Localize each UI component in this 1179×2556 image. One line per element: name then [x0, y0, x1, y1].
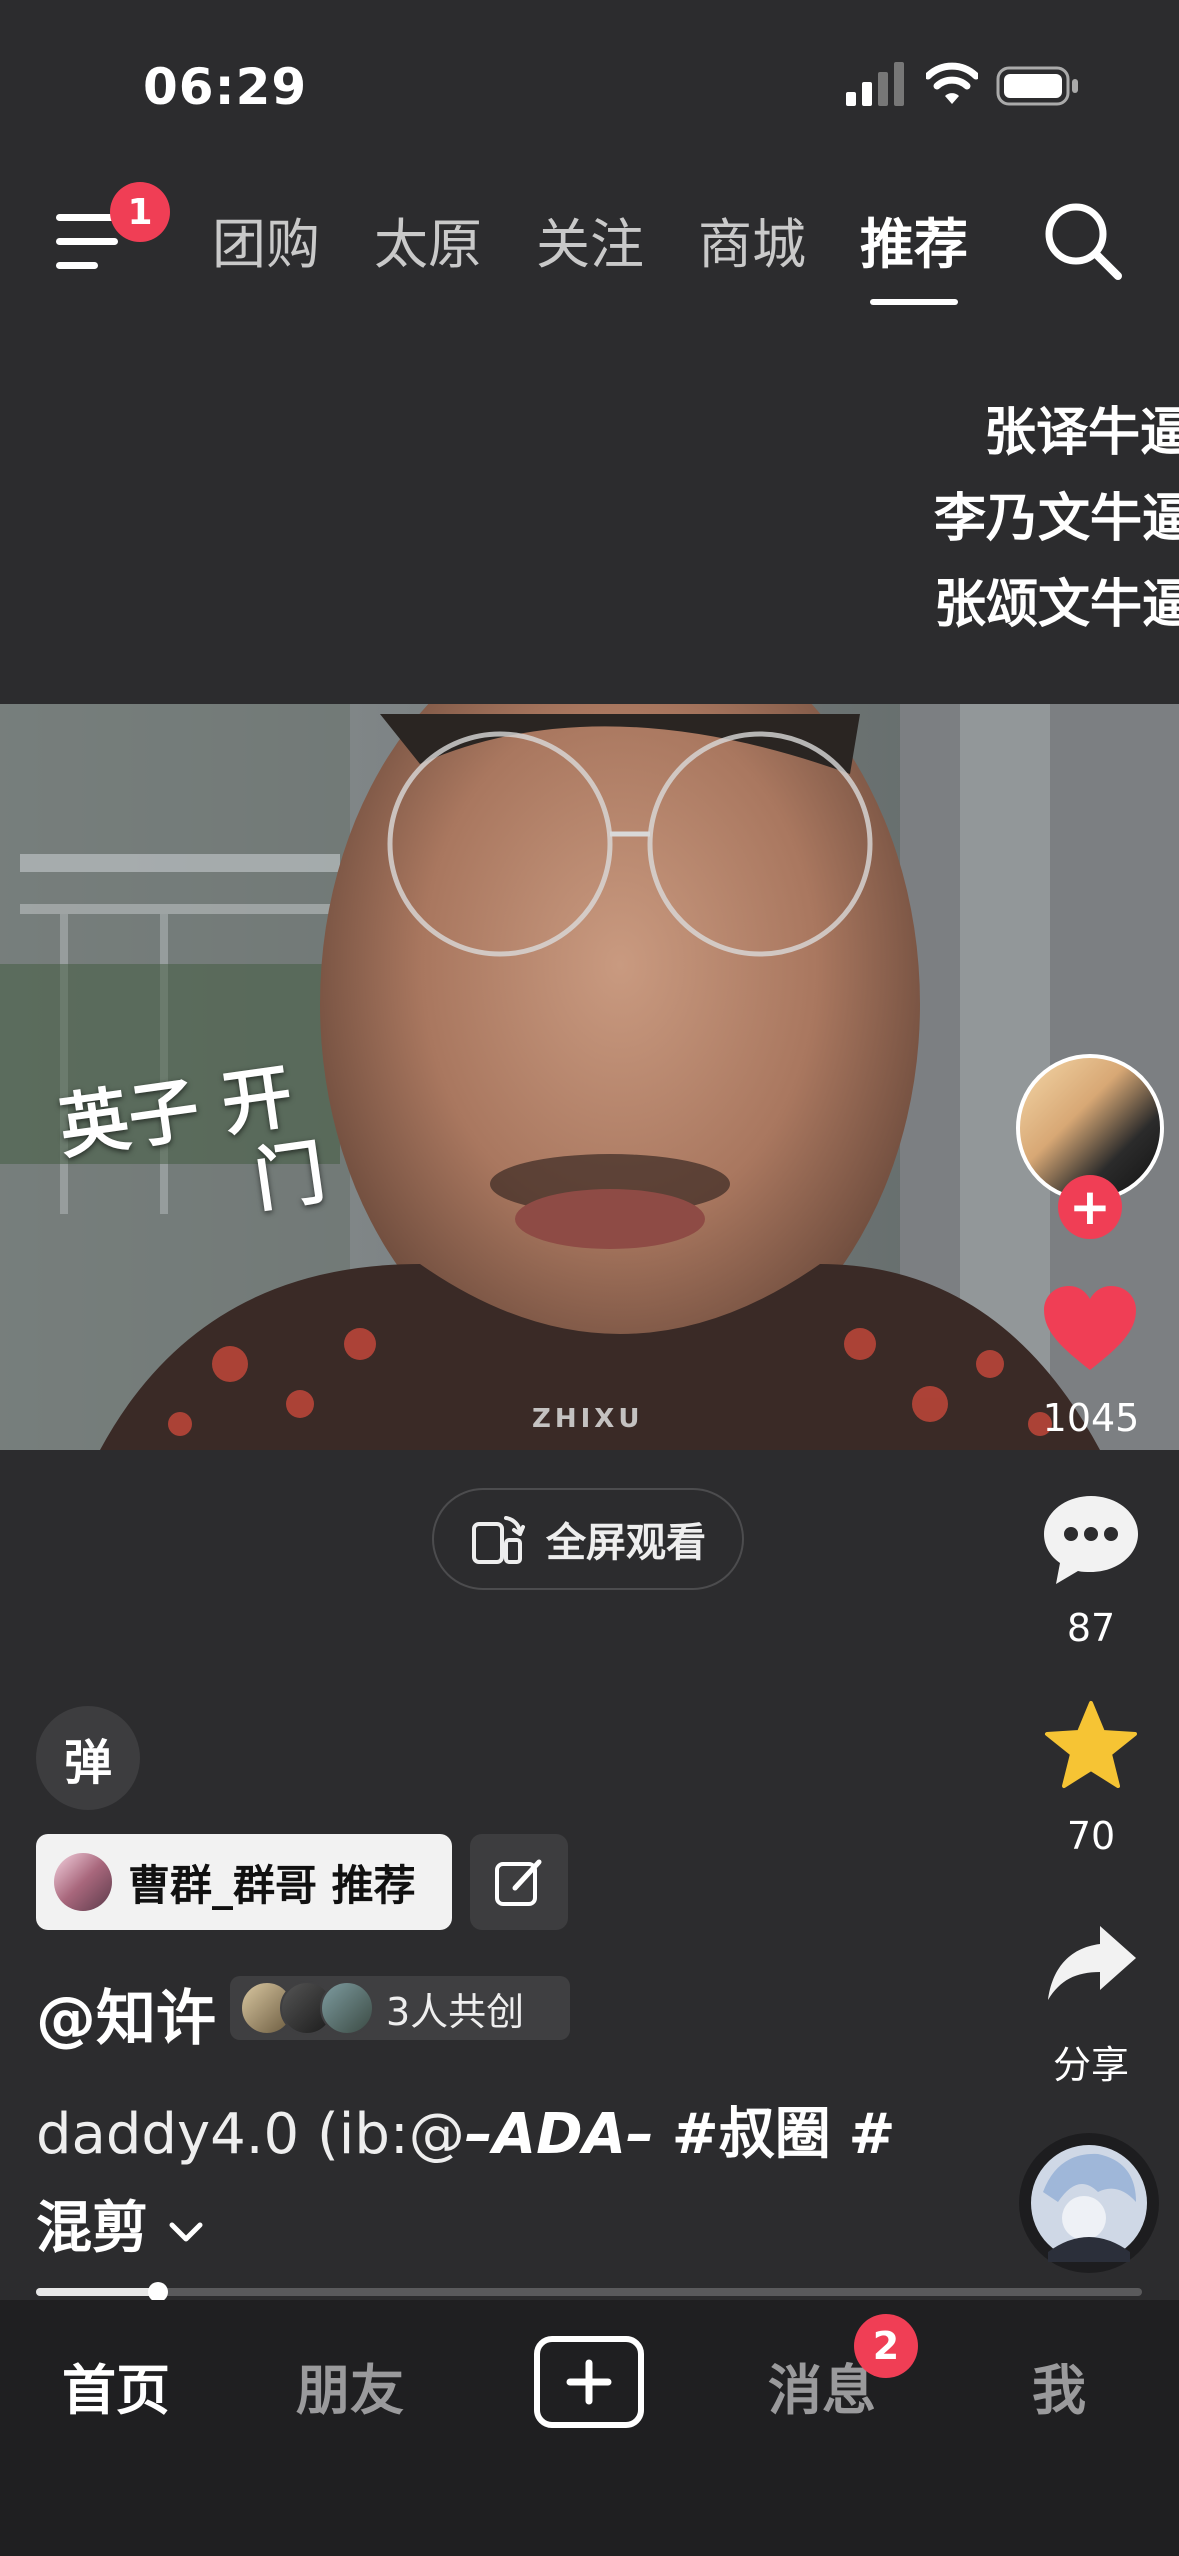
favorite-star-icon[interactable] — [1044, 1700, 1138, 1790]
video-watermark: ZHIXU — [532, 1404, 644, 1434]
rotate-screen-icon — [472, 1516, 525, 1564]
recommender-avatar — [54, 1853, 112, 1911]
author-handle[interactable]: @知许 — [36, 1970, 216, 2057]
danmaku-comment: 张颂文牛逼 — [934, 575, 1179, 635]
danmaku-comment: 张译牛逼 — [984, 403, 1179, 463]
like-count: 1045 — [1042, 1396, 1140, 1440]
cocreator-avatar — [320, 1981, 374, 2035]
music-disc-avatar[interactable] — [1018, 2132, 1160, 2274]
tab-recommend[interactable]: 推荐 — [860, 205, 968, 305]
video-progress-thumb[interactable] — [148, 2282, 168, 2302]
wifi-icon — [926, 62, 978, 104]
cellular-signal-icon — [846, 62, 904, 106]
description-prefix: daddy4.0 (ib:@ — [36, 2102, 465, 2167]
hashtag[interactable]: #叔圈 — [672, 2102, 831, 2167]
share-label: 分享 — [1052, 2043, 1129, 2087]
edit-button[interactable] — [470, 1834, 568, 1930]
cocreator-avatars — [240, 1981, 374, 2035]
chevron-down-icon[interactable] — [166, 2217, 206, 2247]
battery-icon — [996, 66, 1078, 106]
video-caption-overlay: 英子 开 门 — [54, 1053, 330, 1247]
messages-badge: 2 — [854, 2314, 918, 2378]
hashtag[interactable]: # — [849, 2102, 896, 2167]
video-description[interactable]: daddy4.0 (ib:@–ADA– #叔圈 # 混剪 — [36, 2088, 936, 2276]
favorite-count: 70 — [1066, 1814, 1116, 1858]
hashtag-continued[interactable]: 混剪 — [36, 2196, 148, 2261]
tab-group-buy[interactable]: 团购 — [212, 205, 320, 295]
plus-icon — [566, 2359, 612, 2405]
tab-following[interactable]: 关注 — [536, 205, 644, 295]
comment-count: 87 — [1066, 1606, 1116, 1650]
nav-home[interactable]: 首页 — [62, 2346, 170, 2425]
nav-friends[interactable]: 朋友 — [296, 2346, 404, 2425]
recommender-chip[interactable]: 曹群_群哥 推荐 — [36, 1834, 452, 1930]
edit-icon — [495, 1859, 542, 1906]
tab-mall[interactable]: 商城 — [698, 205, 806, 295]
description-line-2: 混剪 — [36, 2182, 936, 2276]
heart-icon[interactable] — [1042, 1284, 1138, 1372]
comment-icon[interactable] — [1042, 1494, 1140, 1586]
fullscreen-label: 全屏观看 — [546, 1520, 706, 1566]
fullscreen-button[interactable]: 全屏观看 — [432, 1488, 744, 1590]
menu-notification-badge: 1 — [110, 182, 170, 242]
video-progress-track[interactable] — [36, 2288, 1142, 2296]
status-time: 06:29 — [143, 58, 308, 116]
danmaku-toggle-button[interactable]: 弹 — [36, 1706, 140, 1810]
description-mention[interactable]: –ADA– — [465, 2102, 654, 2167]
description-line-1: daddy4.0 (ib:@–ADA– #叔圈 # — [36, 2088, 936, 2182]
nav-me[interactable]: 我 — [1032, 2346, 1086, 2425]
tab-taiyuan[interactable]: 太原 — [374, 205, 482, 295]
follow-button[interactable]: + — [1058, 1175, 1122, 1239]
cocreate-label: 3人共创 — [386, 1989, 525, 2034]
video-progress-fill — [36, 2288, 158, 2296]
danmaku-comment: 李乃文牛逼 — [934, 489, 1179, 549]
search-icon[interactable] — [1042, 200, 1124, 282]
cocreate-chip[interactable]: 3人共创 — [230, 1976, 570, 2040]
share-icon[interactable] — [1046, 1922, 1138, 2002]
top-tabs: 团购 太原 关注 商城 推荐 — [212, 205, 1022, 305]
create-button[interactable] — [534, 2336, 644, 2428]
recommender-label: 曹群_群哥 推荐 — [128, 1860, 416, 1910]
